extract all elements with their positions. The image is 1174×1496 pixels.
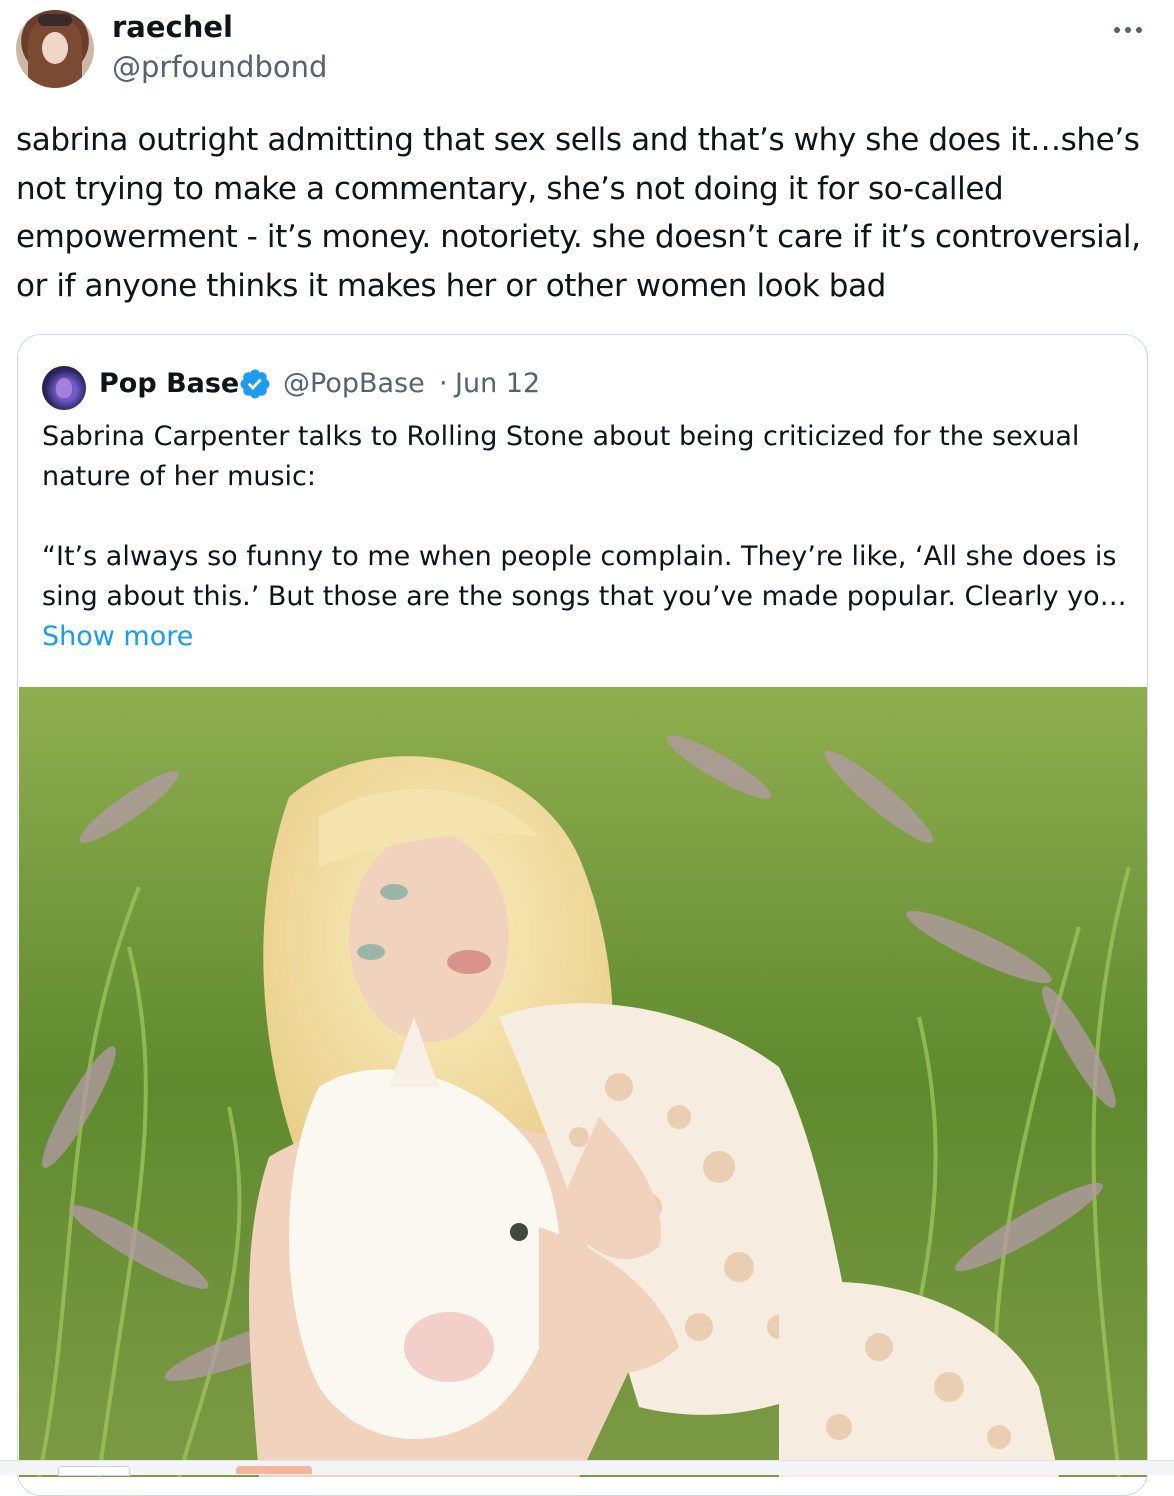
- quoted-date[interactable]: Jun 12: [455, 366, 540, 402]
- quoted-tweet-card[interactable]: Pop Base @PopBase · Jun 12 Sabrina Carpe…: [17, 334, 1148, 1496]
- avatar-face: [42, 32, 68, 64]
- avatar-bow: [38, 14, 72, 26]
- quoted-photo[interactable]: [19, 687, 1147, 1477]
- quoted-quote-text: “It’s always so funny to me when people …: [42, 541, 1127, 612]
- photo-illustration: [19, 687, 1147, 1477]
- bottom-taskbar: [0, 1460, 1174, 1475]
- taskbar-item[interactable]: [236, 1466, 312, 1474]
- more-horizontal-icon[interactable]: [1106, 16, 1150, 44]
- tweet-text: sabrina outright admitting that sex sell…: [16, 122, 1141, 304]
- dot-separator: ·: [439, 368, 448, 399]
- show-more-link[interactable]: Show more: [42, 617, 193, 657]
- quoted-author-avatar[interactable]: [42, 366, 86, 410]
- quoted-author-name[interactable]: Pop Base: [99, 366, 239, 402]
- quoted-author-handle[interactable]: @PopBase: [283, 366, 425, 402]
- taskbar-item[interactable]: [58, 1466, 130, 1476]
- verified-badge-icon: [240, 369, 270, 399]
- quoted-text: Sabrina Carpenter talks to Rolling Stone…: [42, 421, 1080, 492]
- author-name[interactable]: raechel: [112, 10, 233, 44]
- author-avatar[interactable]: [16, 10, 94, 88]
- author-handle[interactable]: @prfoundbond: [112, 50, 327, 84]
